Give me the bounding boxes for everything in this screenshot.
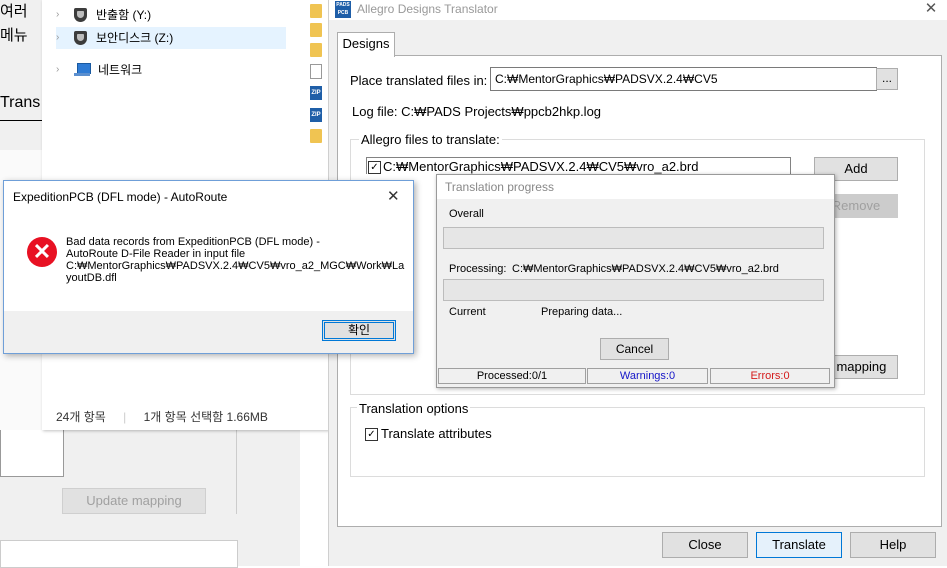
chevron-right-icon[interactable]: › xyxy=(56,4,68,26)
warnings-count: Warnings:0 xyxy=(587,368,708,384)
chevron-right-icon[interactable]: › xyxy=(56,27,68,49)
file-checkbox[interactable]: ✓ xyxy=(368,161,381,174)
error-icon: ✕ xyxy=(27,237,57,267)
close-icon[interactable]: ✕ xyxy=(387,187,400,205)
explorer-status-bar: 24개 항목 | 1개 항목 선택함 1.66MB xyxy=(56,408,282,425)
files-group-label: Allegro files to translate: xyxy=(359,132,502,147)
processing-label: Processing: xyxy=(449,263,507,275)
network-icon xyxy=(74,63,91,77)
progress-title: Translation progress xyxy=(445,180,554,194)
log-file-label: Log file: C:₩PADS Projects₩ppcb2hkp.log xyxy=(352,104,602,119)
overall-progress-bar xyxy=(443,227,824,249)
status-separator: | xyxy=(123,410,127,424)
window-title: Allegro Designs Translator xyxy=(357,2,498,16)
tree-item-label: 보안디스크 (Z:) xyxy=(96,31,174,45)
output-folder-input[interactable]: C:₩MentorGraphics₩PADSVX.2.4₩CV5 xyxy=(490,67,877,91)
background-label-trans: Trans xyxy=(0,94,41,111)
zip-file-icon[interactable]: ZIP xyxy=(310,108,322,122)
document-icon[interactable] xyxy=(310,64,322,79)
folder-icon[interactable] xyxy=(310,4,322,18)
translate-attributes-label[interactable]: Translate attributes xyxy=(381,426,492,441)
tree-item-label: 네트워크 xyxy=(98,63,143,77)
file-item-path[interactable]: C:₩MentorGraphics₩PADSVX.2.4₩CV5₩vro_a2.… xyxy=(383,159,698,174)
pads-pcb-app-icon: PADS PCB xyxy=(335,1,351,18)
update-mapping-button[interactable]: Update mapping xyxy=(62,488,206,514)
folder-icon[interactable] xyxy=(310,23,322,37)
tree-item-drive-z[interactable]: › 보안디스크 (Z:) xyxy=(56,27,286,49)
processing-progress-bar xyxy=(443,279,824,301)
browse-button[interactable]: ... xyxy=(876,68,898,90)
dialog-title: ExpeditionPCB (DFL mode) - AutoRoute xyxy=(13,190,228,204)
current-status: Preparing data... xyxy=(541,306,623,318)
cancel-button[interactable]: Cancel xyxy=(600,338,669,360)
background-divider-vertical xyxy=(236,430,237,514)
tree-item-network[interactable]: › 네트워크 xyxy=(56,59,142,81)
place-files-label: Place translated files in: xyxy=(350,73,488,88)
error-message-line: youtDB.dfl xyxy=(66,272,117,284)
error-message-line: AutoRoute D-File Reader in input file xyxy=(66,248,246,260)
translate-button[interactable]: Translate xyxy=(756,532,842,558)
tree-item-label: 반출함 (Y:) xyxy=(96,8,152,22)
error-message: Bad data records from ExpeditionPCB (DFL… xyxy=(66,236,406,284)
translation-progress-window: Translation progress Overall Processing:… xyxy=(436,174,835,388)
shield-drive-icon xyxy=(74,7,88,23)
ok-button[interactable]: 확인 xyxy=(322,320,396,341)
background-panel-lower xyxy=(0,430,64,477)
background-panel-bottom xyxy=(0,540,238,568)
zip-file-icon[interactable]: ZIP xyxy=(310,86,322,100)
background-divider xyxy=(0,120,42,121)
options-group xyxy=(350,407,925,477)
close-button[interactable]: Close xyxy=(662,532,748,558)
file-icon-column: ZIP ZIP xyxy=(304,0,328,150)
background-label-menu: 메뉴 xyxy=(0,27,28,44)
processing-file: C:₩MentorGraphics₩PADSVX.2.4₩CV5₩vro_a2.… xyxy=(512,263,779,275)
folder-icon[interactable] xyxy=(310,43,322,57)
progress-title-bar: Translation progress xyxy=(437,175,834,199)
close-icon[interactable]: ✕ xyxy=(921,0,941,18)
processed-count: Processed:0/1 xyxy=(438,368,586,384)
error-message-line: C:₩MentorGraphics₩PADSVX.2.4₩CV5₩vro_a2_… xyxy=(66,260,405,272)
error-message-line: Bad data records from ExpeditionPCB (DFL… xyxy=(66,236,320,248)
folder-icon[interactable] xyxy=(310,129,322,143)
overall-label: Overall xyxy=(449,208,484,220)
status-selected: 1개 항목 선택함 1.66MB xyxy=(143,410,268,424)
chevron-right-icon[interactable]: › xyxy=(56,59,68,81)
current-label: Current xyxy=(449,306,486,318)
tab-designs[interactable]: Designs xyxy=(337,32,395,57)
background-label-top: 여러 xyxy=(0,3,28,20)
help-button[interactable]: Help xyxy=(850,532,936,558)
autoroute-error-dialog: ExpeditionPCB (DFL mode) - AutoRoute ✕ ✕… xyxy=(3,180,414,354)
status-item-count: 24개 항목 xyxy=(56,410,106,424)
options-group-label: Translation options xyxy=(357,401,471,416)
errors-count: Errors:0 xyxy=(710,368,830,384)
shield-drive-icon xyxy=(74,30,88,46)
translate-attributes-checkbox[interactable]: ✓ xyxy=(365,428,378,441)
tree-item-drive-y[interactable]: › 반출함 (Y:) xyxy=(56,4,151,26)
